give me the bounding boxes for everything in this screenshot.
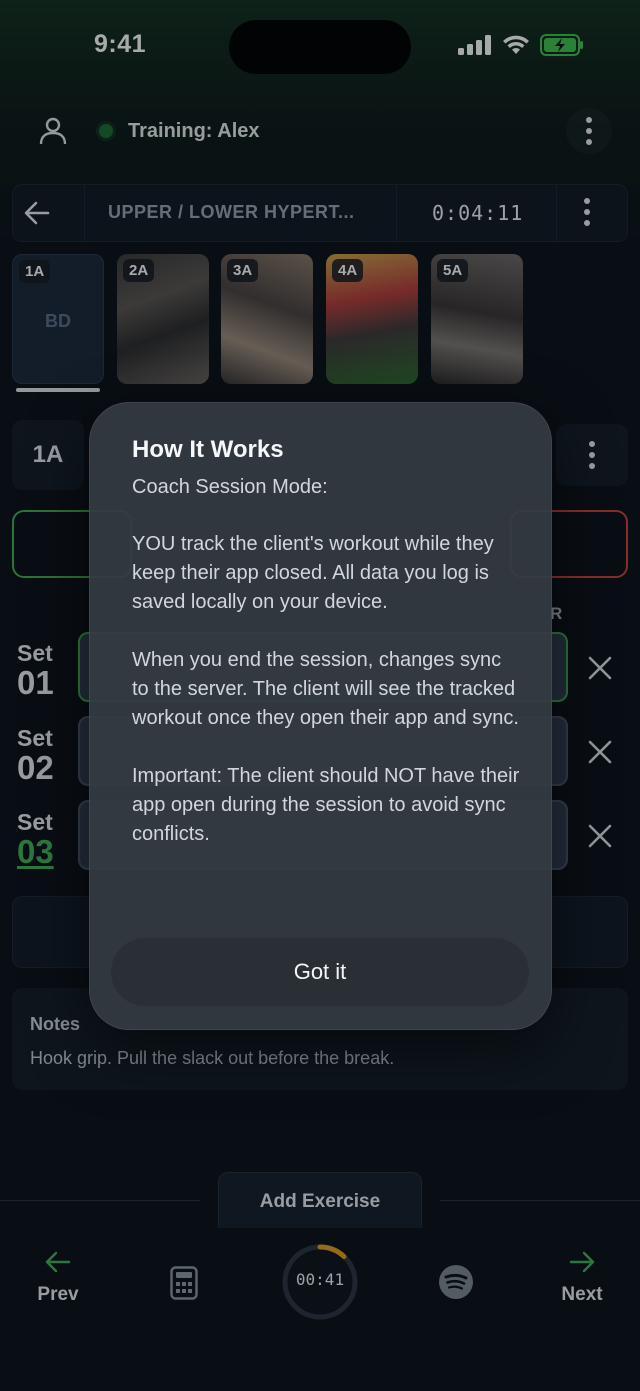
got-it-button[interactable]: Got it xyxy=(111,938,529,1006)
modal-paragraph: YOU track the client's workout while the… xyxy=(132,533,494,613)
modal-subtitle: Coach Session Mode: xyxy=(132,476,328,498)
modal-paragraph: Important: The client should NOT have th… xyxy=(132,765,520,845)
modal-body: YOU track the client's workout while the… xyxy=(132,530,522,878)
modal-paragraph: When you end the session, changes sync t… xyxy=(132,649,519,729)
modal-title: How It Works xyxy=(132,436,284,463)
